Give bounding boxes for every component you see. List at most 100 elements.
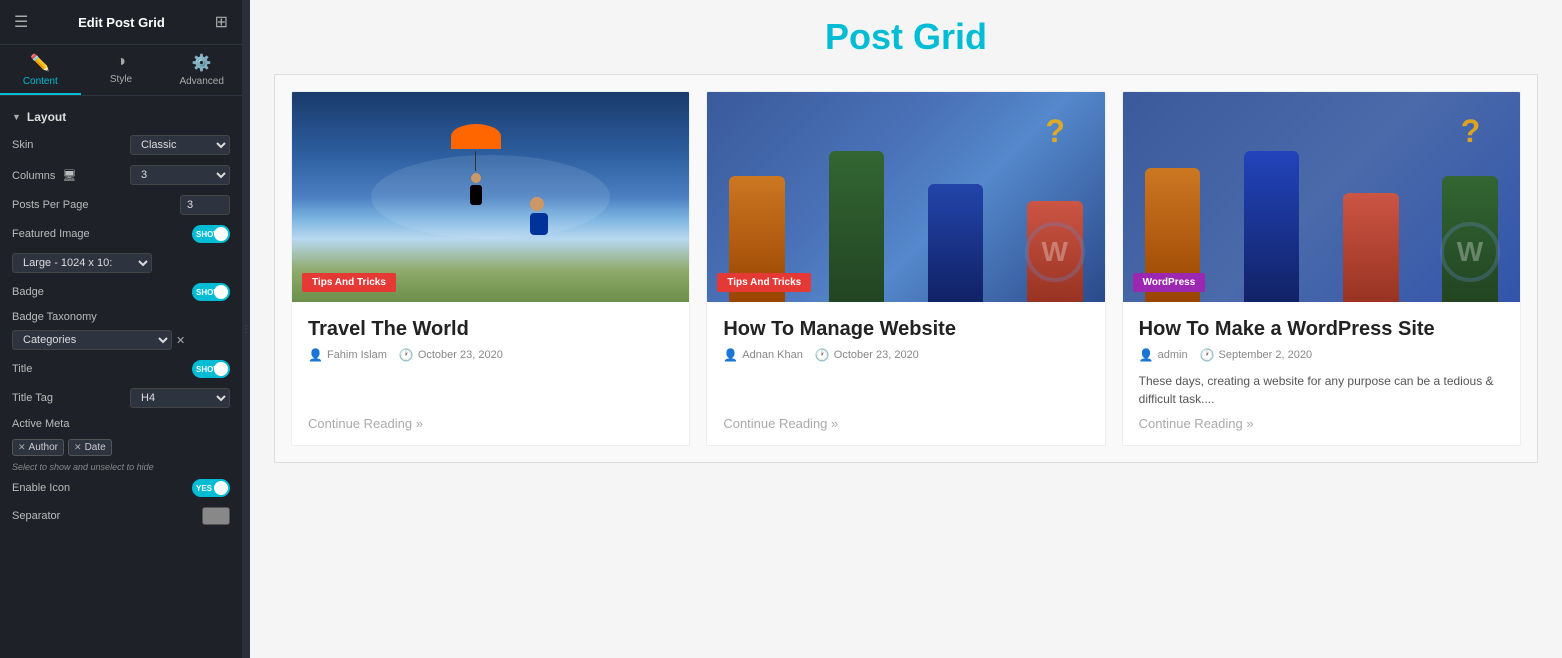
posts-per-page-input[interactable] <box>180 195 230 215</box>
sky-head <box>471 173 481 183</box>
active-meta-hint: Select to show and unselect to hide <box>0 460 242 474</box>
post-1-date: 🕐 October 23, 2020 <box>399 348 503 362</box>
post-2-continue[interactable]: Continue Reading » <box>723 416 1088 431</box>
tag-date-x[interactable]: ✕ <box>74 442 82 453</box>
wp-logo-1: W <box>1025 222 1085 282</box>
badge-taxonomy-row: Badge Taxonomy <box>0 306 242 328</box>
post-3-continue[interactable]: Continue Reading » <box>1139 416 1504 431</box>
sky-body <box>470 185 482 205</box>
parachute-lines <box>475 151 476 171</box>
tab-style[interactable]: ◑ Style <box>81 45 162 95</box>
tag-date-label: Date <box>85 442 106 453</box>
person-2 <box>829 151 885 302</box>
layout-section[interactable]: ▼ Layout <box>0 104 242 130</box>
featured-image-row: Featured Image SHOW <box>0 220 242 248</box>
badge-taxonomy-clear[interactable]: ✕ <box>176 334 185 347</box>
active-meta-row: Active Meta <box>0 413 242 435</box>
tab-content-label: Content <box>23 76 58 87</box>
resize-handle[interactable]: ⋮ <box>242 0 250 658</box>
advanced-icon: ⚙️ <box>192 53 212 73</box>
page-title: Post Grid <box>274 16 1538 58</box>
post-3-excerpt: These days, creating a website for any p… <box>1139 372 1504 408</box>
tag-author-x[interactable]: ✕ <box>18 442 26 453</box>
parachute <box>451 124 501 149</box>
post-1-continue[interactable]: Continue Reading » <box>308 416 673 431</box>
post-2-author: 👤 Adnan Khan <box>723 348 803 362</box>
title-row: Title SHOW <box>0 355 242 383</box>
badge-taxonomy-control-row: Categories ✕ <box>0 328 242 355</box>
post-card-1: Tips And Tricks Travel The World 👤 Fahim… <box>291 91 690 446</box>
featured-image-toggle[interactable]: SHOW <box>192 225 230 243</box>
post-1-date-value: October 23, 2020 <box>418 349 503 361</box>
post-card-2: ? W Tips And Tricks How To Manage Websit… <box>706 91 1105 446</box>
clock-icon-1: 🕐 <box>399 348 414 362</box>
separator-label: Separator <box>12 510 196 522</box>
posts-per-page-label: Posts Per Page <box>12 199 174 211</box>
post-1-title: Travel The World <box>308 316 673 342</box>
badge-row: Badge SHOW <box>0 278 242 306</box>
badge-taxonomy-select[interactable]: Categories <box>12 330 172 350</box>
style-icon: ◑ <box>116 53 126 71</box>
title-tag-select[interactable]: H4 H1 H2 H3 <box>130 388 230 408</box>
sidebar-header: ☰ Edit Post Grid ⊞ <box>0 0 242 45</box>
post-3-meta: 👤 admin 🕐 September 2, 2020 <box>1139 348 1504 362</box>
enable-icon-label: Enable Icon <box>12 482 186 494</box>
badge-taxonomy-label: Badge Taxonomy <box>12 311 230 323</box>
title-label: Title <box>12 363 186 375</box>
grid-icon[interactable]: ⊞ <box>213 10 230 34</box>
main-content: Post Grid Tips And Tricks Travel The <box>250 0 1562 658</box>
enable-icon-toggle[interactable]: YES <box>192 479 230 497</box>
freefall-head <box>530 197 544 211</box>
sidebar: ☰ Edit Post Grid ⊞ ✏️ Content ◑ Style ⚙️… <box>0 0 242 658</box>
post-2-title: How To Manage Website <box>723 316 1088 342</box>
tag-date[interactable]: ✕ Date <box>68 439 112 456</box>
clock-icon-3: 🕐 <box>1200 348 1215 362</box>
layout-label: Layout <box>27 110 66 124</box>
post-3-date: 🕐 September 2, 2020 <box>1200 348 1313 362</box>
columns-select[interactable]: 3 2 1 <box>130 165 230 185</box>
separator-color-swatch[interactable] <box>202 507 230 525</box>
post-2-date-value: October 23, 2020 <box>834 349 919 361</box>
active-meta-label: Active Meta <box>12 418 230 430</box>
author-icon-3: 👤 <box>1139 348 1154 362</box>
menu-icon[interactable]: ☰ <box>12 10 30 34</box>
tab-content[interactable]: ✏️ Content <box>0 45 81 95</box>
post-3-body: How To Make a WordPress Site 👤 admin 🕐 S… <box>1123 302 1520 445</box>
image-size-row: Large - 1024 x 10: <box>0 248 242 278</box>
post-card-3: ? W WordPress How To Make a WordPress Si… <box>1122 91 1521 446</box>
post-1-author: 👤 Fahim Islam <box>308 348 387 362</box>
parachutist <box>451 124 501 205</box>
enable-icon-row: Enable Icon YES <box>0 474 242 502</box>
tag-author[interactable]: ✕ Author <box>12 439 64 456</box>
tag-author-label: Author <box>29 442 58 453</box>
person-7 <box>1343 193 1399 302</box>
separator-row: Separator <box>0 502 242 530</box>
post-2-meta: 👤 Adnan Khan 🕐 October 23, 2020 <box>723 348 1088 362</box>
post-1-meta: 👤 Fahim Islam 🕐 October 23, 2020 <box>308 348 673 362</box>
freefall-body <box>530 213 548 235</box>
question-marks-2: ? <box>1461 113 1481 150</box>
image-size-select[interactable]: Large - 1024 x 10: <box>12 253 152 273</box>
sidebar-body: ▼ Layout Skin Classic Columns 🖥 3 2 1 Po… <box>0 96 242 658</box>
post-1-author-name: Fahim Islam <box>327 349 387 361</box>
title-toggle[interactable]: SHOW <box>192 360 230 378</box>
post-image-sky: Tips And Tricks <box>292 92 689 302</box>
tabs: ✏️ Content ◑ Style ⚙️ Advanced <box>0 45 242 96</box>
post-grid: Tips And Tricks Travel The World 👤 Fahim… <box>274 74 1538 463</box>
person-3 <box>928 184 984 302</box>
post-2-author-name: Adnan Khan <box>742 349 803 361</box>
post-image-wp2: ? W WordPress <box>1123 92 1520 302</box>
post-3-title: How To Make a WordPress Site <box>1139 316 1504 342</box>
badge-toggle[interactable]: SHOW <box>192 283 230 301</box>
post-1-badge: Tips And Tricks <box>302 273 396 292</box>
columns-row: Columns 🖥 3 2 1 <box>0 160 242 190</box>
post-3-badge: WordPress <box>1133 273 1206 292</box>
title-toggle-label: SHOW <box>192 365 221 374</box>
post-3-date-value: September 2, 2020 <box>1219 349 1313 361</box>
featured-image-label: Featured Image <box>12 228 186 240</box>
question-marks-1: ? <box>1045 113 1065 150</box>
tab-advanced[interactable]: ⚙️ Advanced <box>161 45 242 95</box>
skin-select[interactable]: Classic <box>130 135 230 155</box>
post-2-date: 🕐 October 23, 2020 <box>815 348 919 362</box>
sidebar-title: Edit Post Grid <box>78 15 165 30</box>
